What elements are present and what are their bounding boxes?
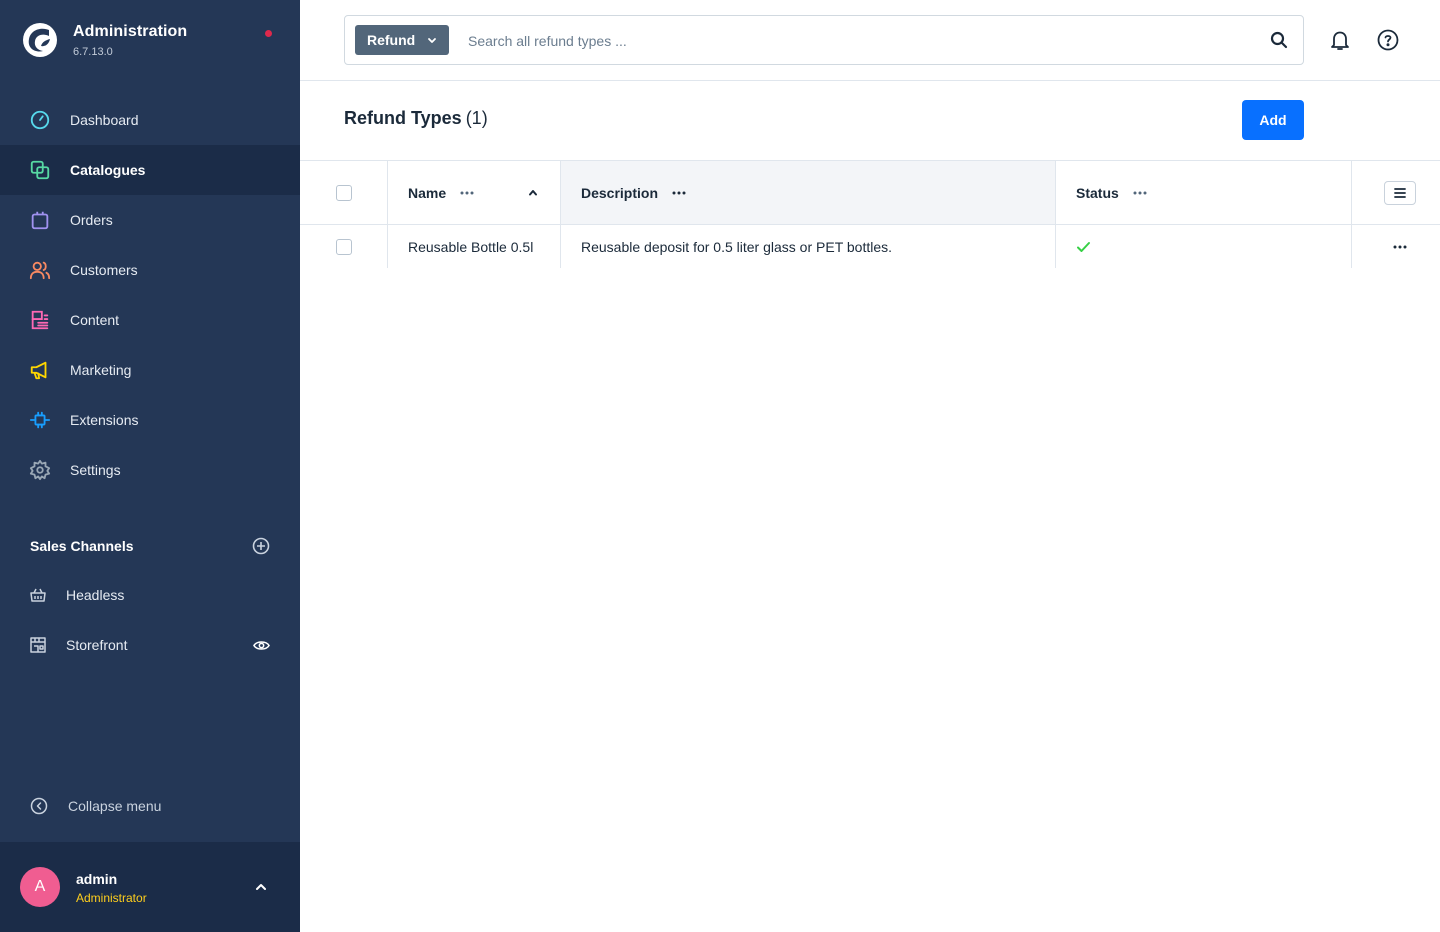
cell-name[interactable]: Reusable Bottle 0.5l: [388, 225, 561, 268]
sidebar-item-content[interactable]: Content: [0, 295, 300, 345]
add-button[interactable]: Add: [1242, 100, 1304, 140]
sidebar-item-label: Customers: [70, 262, 138, 278]
global-search: Refund: [344, 15, 1304, 65]
eye-icon[interactable]: [253, 637, 270, 654]
chevron-down-icon: [428, 38, 437, 43]
storefront-icon: [28, 635, 48, 655]
brand[interactable]: Administration 6.7.13.0: [22, 22, 187, 58]
search-icon[interactable]: [1269, 30, 1289, 50]
sales-channel-headless[interactable]: Headless: [0, 570, 300, 620]
refund-types-table: Name Description Status Reusable Bottle …: [300, 160, 1440, 268]
avatar: A: [20, 867, 60, 907]
brand-title: Administration: [73, 23, 188, 40]
sidebar-item-label: Extensions: [70, 412, 139, 428]
table-header-row: Name Description Status: [300, 160, 1440, 225]
column-header-label: Description: [581, 184, 659, 201]
collapse-menu-button[interactable]: Collapse menu: [30, 797, 161, 815]
column-header-name[interactable]: Name: [388, 161, 561, 224]
column-header-label: Status: [1076, 184, 1119, 201]
row-select-cell: [300, 225, 388, 268]
row-actions-icon[interactable]: [1393, 245, 1407, 249]
sales-channels-list: Headless Storefront: [0, 570, 300, 670]
sales-channels-header: Sales Channels: [30, 537, 270, 555]
sidebar-item-settings[interactable]: Settings: [0, 445, 300, 495]
notification-dot: [265, 30, 272, 37]
megaphone-icon: [28, 358, 52, 382]
sales-channels-title: Sales Channels: [30, 538, 134, 554]
search-input[interactable]: [468, 28, 1238, 54]
chevron-left-circle-icon: [30, 797, 48, 815]
column-options-icon[interactable]: [672, 191, 686, 195]
row-checkbox[interactable]: [335, 238, 352, 255]
sidebar-item-label: Content: [70, 312, 120, 328]
sidebar-item-orders[interactable]: Orders: [0, 195, 300, 245]
sort-ascending-icon[interactable]: [528, 189, 538, 196]
column-settings-button[interactable]: [1384, 180, 1416, 205]
column-header-description[interactable]: Description: [561, 161, 1056, 224]
row-actions-cell: [1352, 225, 1440, 268]
search-type-dropdown[interactable]: Refund: [355, 25, 450, 55]
header-settings-cell: [1352, 161, 1440, 224]
column-header-label: Name: [408, 184, 447, 201]
table-row[interactable]: Reusable Bottle 0.5l Reusable deposit fo…: [300, 225, 1440, 268]
catalogue-icon: [28, 158, 52, 182]
column-header-status[interactable]: Status: [1056, 161, 1352, 224]
sidebar-item-catalogues[interactable]: Catalogues: [0, 145, 300, 195]
shopping-bag-icon: [28, 208, 52, 232]
page-title-text: Refund Types: [344, 108, 462, 128]
sidebar-item-label: Orders: [70, 212, 113, 228]
sales-channel-label: Headless: [66, 587, 125, 603]
page-title: Refund Types (1): [344, 108, 488, 129]
user-profile[interactable]: A admin Administrator: [0, 842, 300, 932]
sales-channel-label: Storefront: [66, 637, 128, 653]
checkmark-icon: [1076, 241, 1091, 253]
collapse-menu-label: Collapse menu: [68, 798, 162, 814]
cell-description: Reusable deposit for 0.5 liter glass or …: [561, 225, 1056, 268]
list-icon: [1394, 187, 1406, 198]
page-title-count: (1): [465, 108, 488, 128]
column-options-icon[interactable]: [460, 191, 474, 195]
content-icon: [28, 308, 52, 332]
header-select-cell: [300, 161, 388, 224]
brand-version: 6.7.13.0: [73, 46, 113, 58]
gear-icon: [28, 458, 52, 482]
help-icon[interactable]: [1376, 28, 1400, 52]
sidebar-item-label: Catalogues: [70, 162, 146, 178]
top-bar: Refund: [300, 0, 1440, 81]
sales-channel-storefront[interactable]: Storefront: [0, 620, 300, 670]
plug-icon: [28, 408, 52, 432]
sidebar-item-customers[interactable]: Customers: [0, 245, 300, 295]
sidebar-item-marketing[interactable]: Marketing: [0, 345, 300, 395]
sidebar-item-label: Dashboard: [70, 112, 139, 128]
shopware-logo-icon: [23, 23, 57, 57]
add-sales-channel-icon[interactable]: [252, 537, 270, 555]
basket-icon: [28, 585, 48, 605]
user-role: Administrator: [76, 891, 147, 905]
sidebar: Administration 6.7.13.0 Dashboard Catalo…: [0, 0, 300, 932]
main-navigation: Dashboard Catalogues Orders Customers Co…: [0, 95, 300, 495]
user-name: admin: [76, 871, 118, 887]
sidebar-item-dashboard[interactable]: Dashboard: [0, 95, 300, 145]
cell-status: [1056, 225, 1352, 268]
chevron-up-icon[interactable]: [254, 880, 268, 894]
sidebar-item-label: Settings: [70, 462, 121, 478]
sidebar-item-label: Marketing: [70, 362, 132, 378]
users-icon: [28, 258, 52, 282]
gauge-icon: [28, 108, 52, 132]
bell-icon[interactable]: [1328, 28, 1352, 52]
sidebar-item-extensions[interactable]: Extensions: [0, 395, 300, 445]
select-all-checkbox[interactable]: [335, 184, 352, 201]
column-options-icon[interactable]: [1133, 191, 1147, 195]
search-type-label: Refund: [367, 32, 416, 48]
